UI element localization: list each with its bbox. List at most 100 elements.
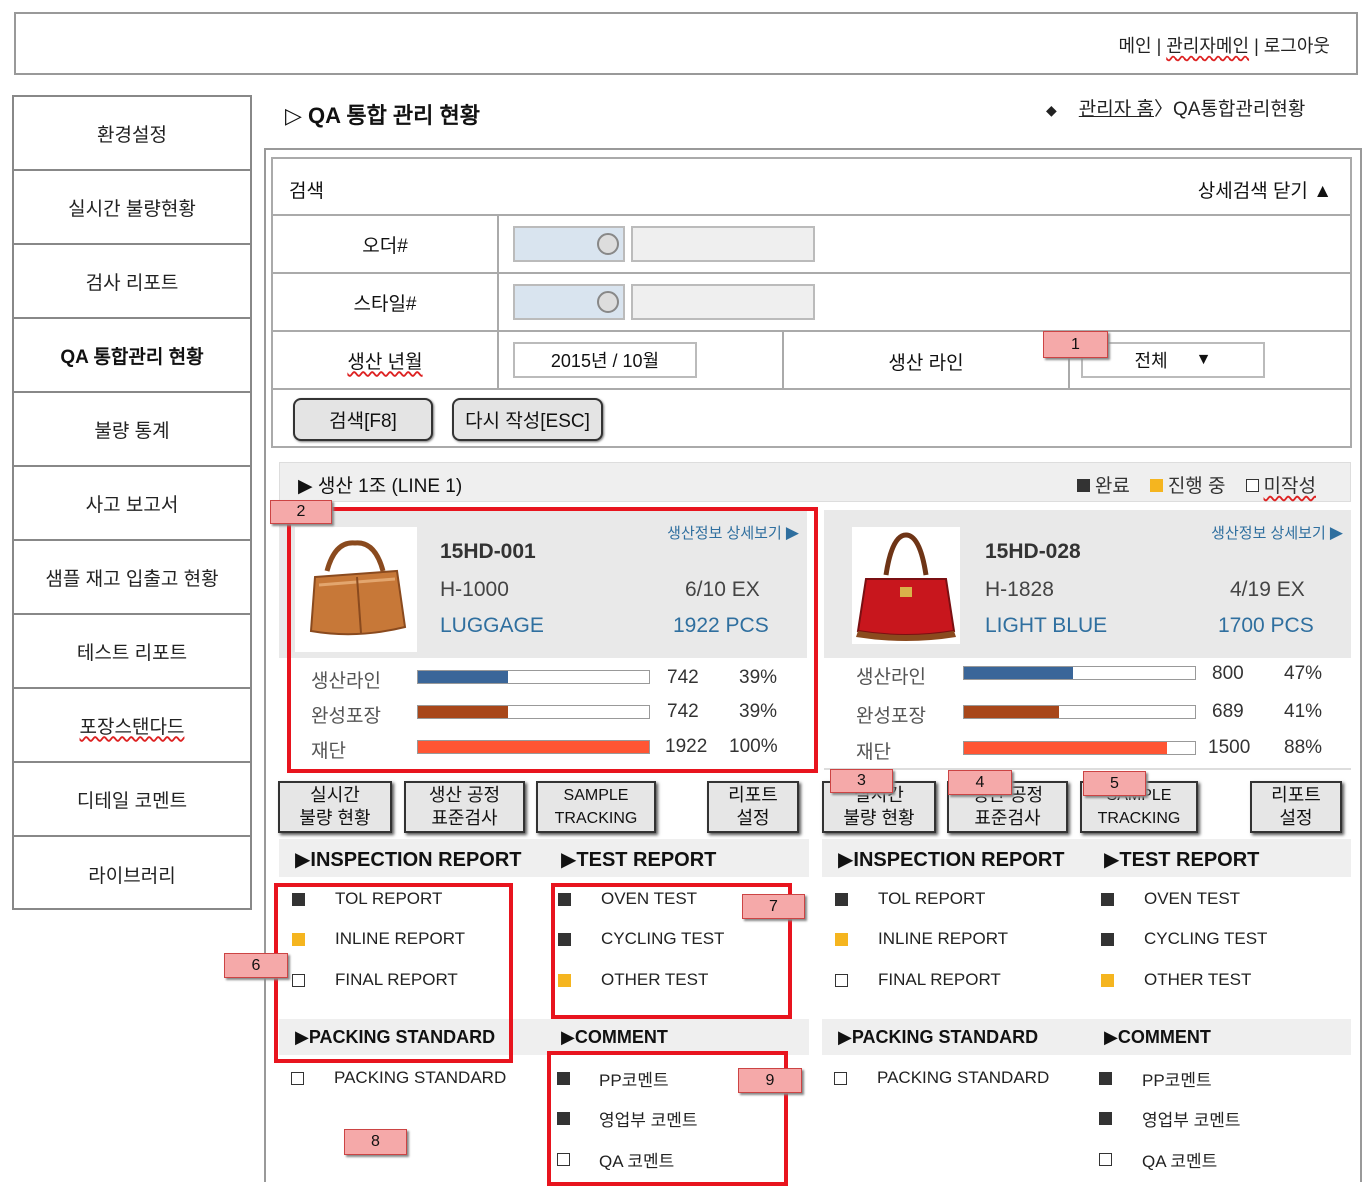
breadcrumb: ◆ 관리자 홈〉QA통합관리현황: [1046, 94, 1305, 121]
sidebar-item-label: 샘플 재고 입출고 현황: [45, 568, 219, 590]
test-report-list: OVEN TEST CYCLING TEST OTHER TEST: [1088, 880, 1351, 1018]
progress-fill: [964, 742, 1168, 754]
report-link[interactable]: INLINE REPORT: [878, 929, 1008, 949]
sidebar-item-inspection-report[interactable]: 검사 리포트: [14, 245, 250, 319]
legend-not-written-icon: [1245, 479, 1259, 492]
annotation-tag: 2: [270, 500, 332, 524]
process-inspection-button[interactable]: 생산 공정 표준검사: [404, 781, 525, 833]
sidebar-item-defect-stats[interactable]: 불량 통계: [14, 393, 250, 467]
annotation-box: [274, 883, 513, 1063]
order-radio-icon[interactable]: [597, 233, 619, 255]
breadcrumb-home-link[interactable]: 관리자 홈: [1079, 99, 1154, 120]
progress-fill: [964, 667, 1073, 679]
annotation-box: [287, 507, 818, 773]
report-link[interactable]: PACKING STANDARD: [877, 1068, 1049, 1088]
detail-link-text: 생산정보 상세보기: [1211, 525, 1326, 542]
report-subheader: ▶PACKING STANDARD ▶COMMENT: [822, 1019, 1351, 1055]
breadcrumb-bullet-icon: ◆: [1046, 102, 1057, 118]
sidebar-item-label: 테스트 리포트: [76, 642, 188, 664]
progress-bar: [963, 741, 1196, 755]
annotation-tag: 7: [742, 894, 805, 919]
stat-percent: 88%: [1284, 737, 1323, 758]
style-select-input[interactable]: [513, 284, 625, 320]
report-link[interactable]: OVEN TEST: [1144, 889, 1240, 909]
sidebar-item-label: 환경설정: [97, 124, 167, 146]
detail-search-toggle[interactable]: 상세검색 닫기 ▲: [1198, 176, 1332, 203]
handbag-icon: [856, 532, 956, 641]
month-input[interactable]: 2015년 / 10월: [513, 342, 697, 378]
page-title: ▷ QA 통합 관리 현황: [285, 103, 480, 128]
sidebar-item-library[interactable]: 라이브러리: [14, 837, 250, 911]
annotation-tag: 4: [948, 770, 1012, 795]
legend-item-not-written: 미작성: [1245, 471, 1316, 498]
style-number-input[interactable]: [631, 284, 815, 320]
sidebar-item-label: 불량 통계: [94, 420, 170, 442]
sidebar-item-realtime-defects[interactable]: 실시간 불량현황: [14, 171, 250, 245]
order-label: 오더#: [273, 216, 499, 272]
status-complete-icon: [1101, 933, 1114, 946]
annotation-tag: 6: [224, 953, 288, 978]
inspection-report-list: TOL REPORT INLINE REPORT FINAL REPORT: [822, 880, 1082, 1018]
month-row: 생산 년월 2015년 / 10월 생산 라인 전체 ▼: [273, 332, 1350, 390]
progress-bar: [963, 666, 1196, 680]
line-select-value: 전체: [1134, 351, 1168, 371]
link-separator: |: [1249, 36, 1264, 56]
reset-button[interactable]: 다시 작성[ESC]: [452, 398, 603, 441]
line-select[interactable]: 전체 ▼: [1081, 342, 1265, 378]
link-admin-main[interactable]: 관리자메인: [1166, 36, 1249, 56]
order-number-input[interactable]: [631, 226, 815, 262]
stat-label: 완성포장: [856, 706, 926, 727]
search-button[interactable]: 검색[F8]: [293, 398, 433, 441]
top-header: 메인 | 관리자메인 | 로그아웃: [14, 12, 1358, 75]
status-not-written-icon: [834, 1072, 847, 1085]
report-settings-button[interactable]: 리포트 설정: [1250, 781, 1342, 833]
legend-item-in-progress: 진행 중: [1149, 471, 1226, 498]
status-legend: 완료 진행 중 미작성: [1076, 471, 1316, 498]
status-in-progress-icon: [1101, 974, 1114, 987]
style-row: 스타일#: [273, 274, 1350, 332]
report-link[interactable]: 영업부 코멘트: [1142, 1106, 1241, 1131]
order-row: 오더#: [273, 216, 1350, 274]
sidebar-item-incident-report[interactable]: 사고 보고서: [14, 467, 250, 541]
sidebar-item-packing-standard[interactable]: 포장스탠다드: [14, 689, 250, 763]
sidebar-item-qa-status[interactable]: QA 통합관리 현황: [14, 319, 250, 393]
chevron-down-icon: ▼: [1195, 351, 1212, 368]
sidebar-item-sample-inventory[interactable]: 샘플 재고 입출고 현황: [14, 541, 250, 615]
comment-heading: ▶COMMENT: [1104, 1027, 1211, 1047]
style-radio-icon[interactable]: [597, 291, 619, 313]
report-link[interactable]: PACKING STANDARD: [334, 1068, 506, 1088]
sidebar: 환경설정 실시간 불량현황 검사 리포트 QA 통합관리 현황 불량 통계 사고…: [12, 95, 252, 910]
sidebar-item-label: 사고 보고서: [85, 494, 179, 516]
legend-in-progress-icon: [1149, 479, 1163, 492]
order-select-input[interactable]: [513, 226, 625, 262]
status-not-written-icon: [835, 974, 848, 987]
section-title: ▶ 생산 1조 (LINE 1): [298, 476, 463, 497]
status-not-written-icon: [1099, 1153, 1112, 1166]
link-logout[interactable]: 로그아웃: [1264, 36, 1330, 56]
production-detail-link[interactable]: 생산정보 상세보기 ▶: [1211, 522, 1343, 543]
stat-percent: 47%: [1284, 663, 1323, 684]
realtime-defect-button[interactable]: 실시간 불량 현황: [278, 781, 392, 833]
link-main[interactable]: 메인: [1118, 36, 1151, 56]
progress-stats: 생산라인 800 47% 완성포장 689 41% 재단 1500 88%: [824, 658, 1351, 770]
report-link[interactable]: PP코멘트: [1142, 1066, 1212, 1091]
production-group-bar: ▶ 생산 1조 (LINE 1) 완료 진행 중 미작성: [279, 462, 1351, 502]
report-link[interactable]: QA 코멘트: [1142, 1147, 1217, 1172]
report-link[interactable]: TOL REPORT: [878, 889, 985, 909]
product-card[interactable]: 생산정보 상세보기 ▶ 15HD-028 H-1828 4/19 EX LIGH…: [824, 510, 1351, 658]
annotation-tag: 5: [1083, 771, 1146, 796]
sidebar-item-settings[interactable]: 환경설정: [14, 97, 250, 171]
report-link[interactable]: FINAL REPORT: [878, 970, 1001, 990]
sidebar-item-test-report[interactable]: 테스트 리포트: [14, 615, 250, 689]
report-link[interactable]: OTHER TEST: [1144, 970, 1251, 990]
sample-tracking-button[interactable]: SAMPLETRACKING: [536, 781, 656, 833]
sidebar-item-label: 디테일 코멘트: [76, 790, 188, 812]
status-complete-icon: [1099, 1112, 1112, 1125]
style-label: 스타일#: [273, 274, 499, 330]
sidebar-item-detail-comment[interactable]: 디테일 코멘트: [14, 763, 250, 837]
stat-value: 800: [1212, 663, 1244, 684]
report-header: ▶INSPECTION REPORT ▶TEST REPORT: [279, 839, 809, 877]
stat-value: 689: [1212, 701, 1244, 722]
report-link[interactable]: CYCLING TEST: [1144, 929, 1267, 949]
report-settings-button[interactable]: 리포트 설정: [707, 781, 799, 833]
